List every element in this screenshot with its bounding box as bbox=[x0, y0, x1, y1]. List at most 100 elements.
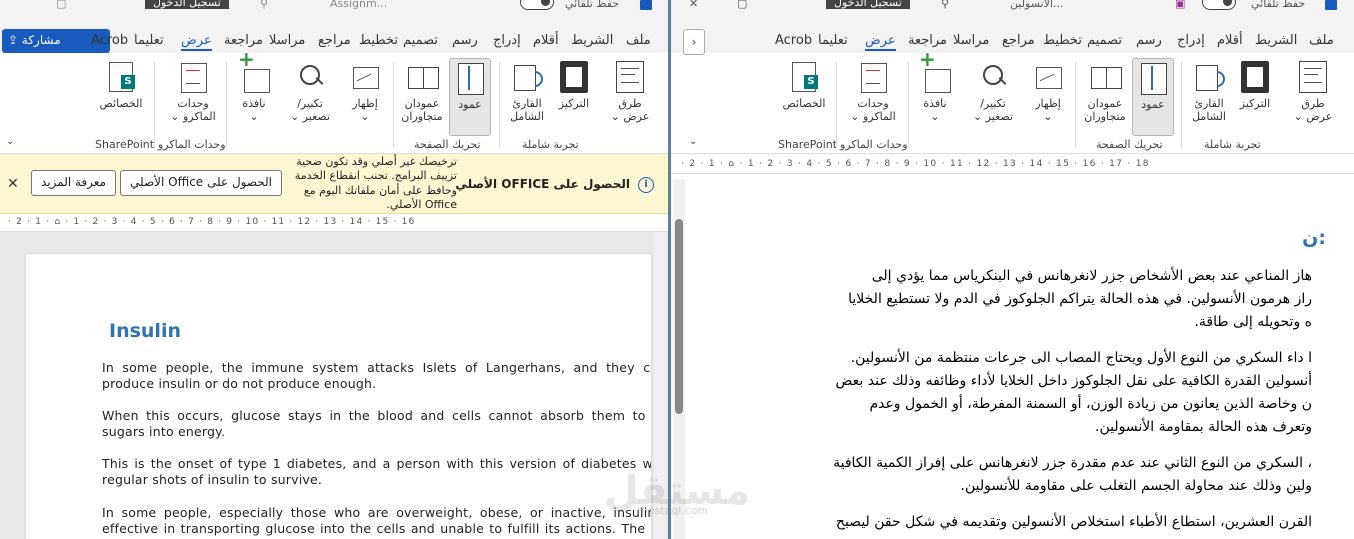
search-icon[interactable]: ⚲ bbox=[260, 0, 268, 10]
chevron-right-icon[interactable]: › bbox=[683, 29, 705, 55]
ribbon-collapse-icon[interactable]: ⌄ bbox=[6, 136, 14, 147]
tab-design[interactable]: تصميم bbox=[403, 33, 438, 48]
autosave-toggle[interactable] bbox=[1202, 0, 1236, 10]
close-icon[interactable]: ✕ bbox=[7, 176, 19, 192]
document-name[interactable]: Assignm... bbox=[330, 0, 387, 10]
new-window-icon bbox=[919, 53, 951, 93]
vertical-button[interactable]: عمود bbox=[1132, 58, 1174, 136]
tab-references[interactable]: مراجع bbox=[1002, 33, 1035, 48]
tab-layout[interactable]: تخطيط bbox=[1043, 33, 1082, 48]
autosave-toggle[interactable] bbox=[520, 0, 554, 10]
scrollbar-thumb[interactable] bbox=[675, 219, 683, 414]
immersive-reader-button[interactable]: القارئ الشامل bbox=[1185, 58, 1233, 136]
window-button[interactable]: نافذة ⌄ bbox=[233, 53, 275, 136]
ribbon-collapse-icon[interactable]: ⌄ bbox=[689, 136, 697, 147]
side-to-side-label: عمودان متجاوران bbox=[1084, 97, 1126, 123]
learn-more-button[interactable]: معرفة المزيد bbox=[31, 170, 117, 196]
tab-review[interactable]: مراجعة bbox=[224, 33, 263, 48]
ribbon-separator bbox=[836, 62, 837, 148]
close-window-icon[interactable]: ✕ bbox=[689, 0, 698, 10]
document-canvas: ن: هاز المناعي عند بعض الأشخاص جزر لانغر… bbox=[671, 175, 1354, 539]
show-icon bbox=[351, 61, 379, 93]
tab-ribbon[interactable]: الشريط bbox=[571, 33, 613, 48]
views-button[interactable]: طرق عرض ⌄ bbox=[605, 58, 655, 136]
left-word-window: حفظ تلقائي Assignm... ⚲ تسجيل الدخول ▢ ⇪… bbox=[0, 0, 668, 539]
tab-layout[interactable]: تخطيط bbox=[359, 33, 398, 48]
show-button[interactable]: إظهار ⌄ bbox=[344, 58, 386, 136]
group-immersive: تجربة شاملة bbox=[1204, 138, 1261, 151]
window-button[interactable]: نافذة ⌄ bbox=[914, 53, 956, 136]
tab-review[interactable]: مراجعة bbox=[908, 33, 947, 48]
tab-view[interactable]: عرض bbox=[181, 33, 212, 51]
side-to-side-button[interactable]: عمودان متجاوران bbox=[1079, 58, 1131, 136]
document-title: ن: bbox=[1302, 227, 1326, 249]
tab-draw[interactable]: رسم bbox=[1136, 33, 1162, 48]
tab-help[interactable]: تعليما bbox=[818, 33, 848, 48]
window-label: نافذة ⌄ bbox=[923, 97, 947, 123]
document-canvas: Insulin In some people, the immune syste… bbox=[0, 232, 668, 539]
views-button[interactable]: طرق عرض ⌄ bbox=[1288, 58, 1338, 136]
ribbon-tabs: › ملف الشريط أقلام إدراج رسم تصميم تخطيط… bbox=[671, 29, 1354, 55]
tab-help[interactable]: تعليما bbox=[134, 33, 164, 48]
paragraph: When this occurs, glucose stays in the b… bbox=[102, 408, 651, 439]
zoom-button[interactable]: تكبير/ تصغير ⌄ bbox=[969, 58, 1017, 136]
tab-draw[interactable]: رسم bbox=[452, 33, 478, 48]
group-page-movement: تحريك الصفحة bbox=[414, 138, 481, 151]
focus-button[interactable]: التركيز bbox=[551, 58, 597, 136]
focus-label: التركيز bbox=[1239, 97, 1271, 110]
focus-button[interactable]: التركيز bbox=[1232, 58, 1278, 136]
group-page-movement: تحريك الصفحة bbox=[1096, 138, 1163, 151]
get-genuine-office-button[interactable]: الحصول على Office الأصلي bbox=[120, 170, 283, 196]
tab-pens[interactable]: أقلام bbox=[533, 33, 559, 48]
text-line: ا داء السكري من النوع الأول ويحتاج المصا… bbox=[850, 350, 1312, 366]
vertical-button[interactable]: عمود bbox=[449, 58, 491, 136]
vertical-icon bbox=[1139, 62, 1167, 95]
tab-file[interactable]: ملف bbox=[1309, 33, 1334, 48]
focus-icon bbox=[1241, 61, 1269, 93]
sign-in-button[interactable]: تسجيل الدخول bbox=[145, 0, 229, 9]
tab-file[interactable]: ملف bbox=[626, 33, 651, 48]
word-logo-icon bbox=[1325, 0, 1337, 10]
ruler-ticks: · 2 · 1 · ⌂ · 1 · 2 · 3 · 4 · 5 · 6 · 7 … bbox=[681, 159, 1150, 169]
banner-body: ترخيصك غير أصلي وقد تكون ضحية تزييف البر… bbox=[294, 155, 457, 212]
restore-icon[interactable]: ▢ bbox=[56, 0, 66, 10]
tab-insert[interactable]: إدراج bbox=[493, 33, 521, 48]
tab-ribbon[interactable]: الشريط bbox=[1255, 33, 1297, 48]
zoom-label: تكبير/ تصغير ⌄ bbox=[289, 97, 330, 123]
window-label: نافذة ⌄ bbox=[242, 97, 266, 123]
sign-in-button[interactable]: تسجيل الدخول bbox=[826, 0, 910, 9]
tab-view[interactable]: عرض bbox=[865, 33, 896, 51]
restore-icon[interactable]: ▢ bbox=[737, 0, 747, 10]
tab-design[interactable]: تصميم bbox=[1087, 33, 1122, 48]
banner-title: الحصول على OFFICE الأصلي bbox=[455, 177, 630, 191]
text-line: هاز المناعي عند بعض الأشخاص جزر لانغرهان… bbox=[871, 268, 1312, 284]
info-icon: i bbox=[638, 177, 654, 193]
document-page[interactable]: Insulin In some people, the immune syste… bbox=[26, 254, 651, 539]
tab-mailings[interactable]: مراسلا bbox=[269, 33, 305, 48]
zoom-button[interactable]: تكبير/ تصغير ⌄ bbox=[286, 58, 334, 136]
tab-references[interactable]: مراجع bbox=[318, 33, 351, 48]
tab-mailings[interactable]: مراسلا bbox=[953, 33, 989, 48]
properties-button[interactable]: الخصائص bbox=[777, 58, 831, 136]
ribbon-view: طرق عرض ⌄ التركيز القارئ الشامل عمود عمو… bbox=[0, 53, 668, 154]
show-button[interactable]: إظهار ⌄ bbox=[1027, 58, 1069, 136]
title-bar: حفظ تلقائي Assignm... ⚲ تسجيل الدخول ▢ bbox=[0, 0, 668, 13]
horizontal-ruler[interactable]: · 2 · 1 · ⌂ · 1 · 2 · 3 · 4 · 5 · 6 · 7 … bbox=[671, 157, 1354, 174]
horizontal-ruler[interactable]: · 2 · 1 · ⌂ · 1 · 2 · 3 · 4 · 5 · 6 · 7 … bbox=[0, 215, 668, 232]
tab-acrobat[interactable]: Acrob bbox=[91, 33, 128, 48]
document-page[interactable]: ن: هاز المناعي عند بعض الأشخاص جزر لانغر… bbox=[691, 175, 1334, 539]
macros-button[interactable]: وحدات الماكرو ⌄ bbox=[844, 58, 902, 136]
search-icon[interactable]: ⚲ bbox=[941, 0, 949, 10]
share-icon: ⇪ bbox=[8, 33, 19, 47]
side-to-side-button[interactable]: عمودان متجاوران bbox=[396, 58, 448, 136]
immersive-reader-button[interactable]: القارئ الشامل bbox=[503, 58, 551, 136]
tab-insert[interactable]: إدراج bbox=[1177, 33, 1205, 48]
tab-acrobat[interactable]: Acrob bbox=[775, 33, 812, 48]
macros-button[interactable]: وحدات الماكرو ⌄ bbox=[164, 58, 222, 136]
ribbon-separator bbox=[499, 62, 500, 148]
document-name[interactable]: الأنسولين... bbox=[1010, 0, 1063, 10]
tab-pens[interactable]: أقلام bbox=[1217, 33, 1243, 48]
properties-label: الخصائص bbox=[782, 97, 826, 110]
properties-button[interactable]: الخصائص bbox=[94, 58, 148, 136]
save-icon[interactable]: ▣ bbox=[1175, 0, 1185, 10]
